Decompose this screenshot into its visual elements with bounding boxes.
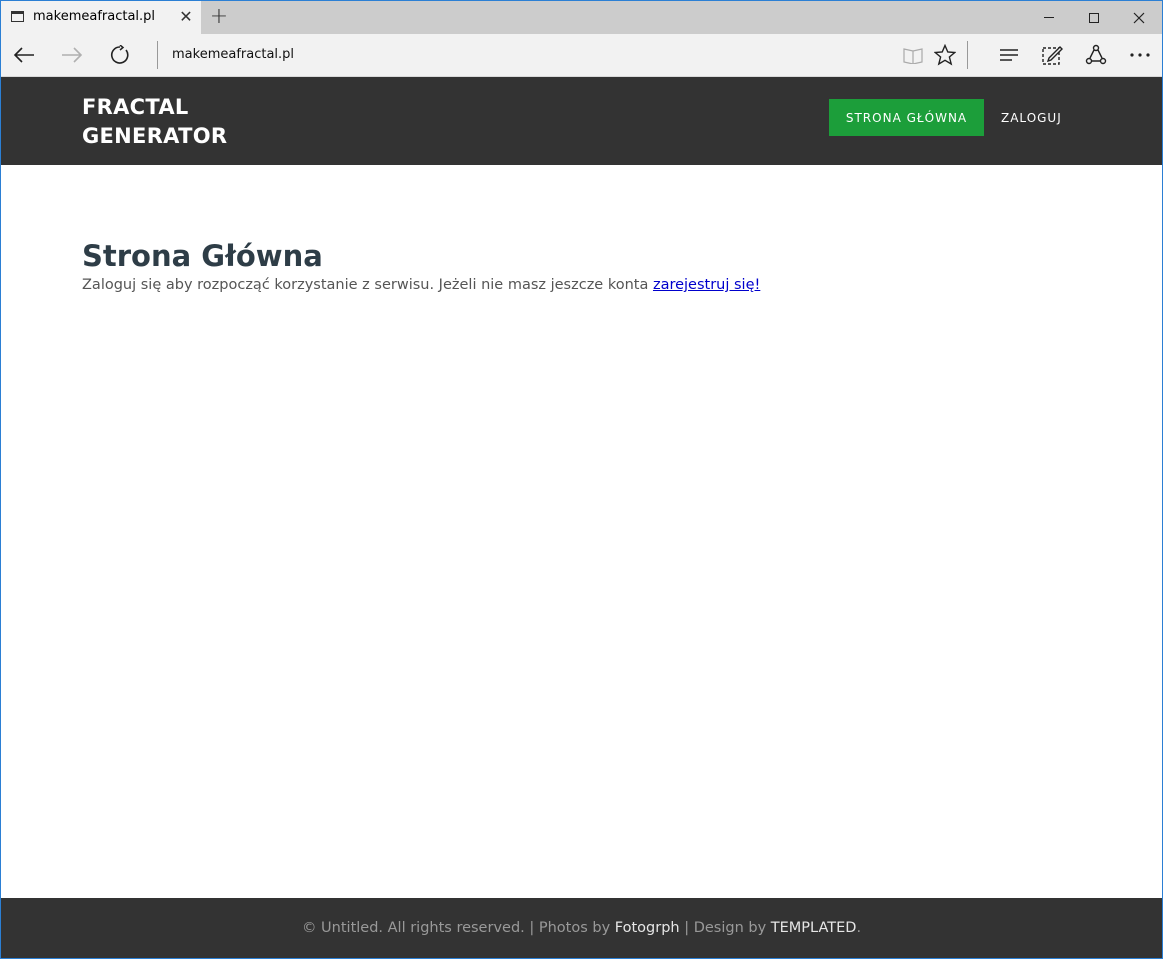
hub-icon[interactable] [996, 42, 1022, 68]
footer-prefix: © Untitled. All rights reserved. | Photo… [301, 920, 615, 936]
browser-tab[interactable]: makemeafractal.pl ✕ [1, 1, 201, 34]
browser-tab-bar: makemeafractal.pl ✕ + [1, 1, 1162, 34]
tab-title: makemeafractal.pl [33, 9, 156, 24]
intro-text: Zaloguj się aby rozpocząć korzystanie z … [82, 277, 760, 293]
footer-design-link[interactable]: TEMPLATED [771, 920, 857, 936]
footer-suffix: . [856, 920, 862, 936]
intro-text-body: Zaloguj się aby rozpocząć korzystanie z … [82, 277, 653, 293]
page-icon [11, 11, 24, 22]
refresh-icon[interactable] [107, 42, 133, 68]
url-divider [157, 41, 158, 69]
back-arrow-icon[interactable] [11, 42, 37, 68]
minimize-button[interactable] [1026, 1, 1072, 34]
site-header: FRACTAL GENERATOR STRONA GŁÓWNA ZALOGUJ [1, 77, 1162, 165]
tab-close-icon[interactable]: ✕ [178, 7, 194, 27]
url-field[interactable]: makemeafractal.pl [172, 47, 294, 62]
site-logo[interactable]: FRACTAL GENERATOR [82, 93, 252, 151]
footer-photos-link[interactable]: Fotogrph [615, 920, 680, 936]
reading-view-icon[interactable] [900, 42, 926, 68]
browser-address-bar: makemeafractal.pl [1, 34, 1162, 77]
favorite-star-icon[interactable] [932, 42, 958, 68]
forward-arrow-icon[interactable] [59, 42, 85, 68]
toolbar-divider [967, 41, 968, 69]
more-options-icon[interactable] [1127, 42, 1153, 68]
page-title: Strona Główna [82, 239, 323, 273]
share-icon[interactable] [1083, 42, 1109, 68]
logo-line-2: GENERATOR [82, 124, 228, 148]
logo-line-1: FRACTAL [82, 95, 189, 119]
site-footer: © Untitled. All rights reserved. | Photo… [1, 898, 1162, 958]
nav-home-button[interactable]: STRONA GŁÓWNA [829, 99, 984, 136]
close-window-button[interactable] [1116, 1, 1162, 34]
footer-middle: | Design by [679, 920, 771, 936]
nav-login-link[interactable]: ZALOGUJ [1001, 99, 1062, 136]
maximize-button[interactable] [1071, 1, 1117, 34]
register-link[interactable]: zarejestruj się! [653, 277, 760, 293]
web-note-icon[interactable] [1039, 42, 1065, 68]
new-tab-icon[interactable]: + [207, 5, 231, 29]
